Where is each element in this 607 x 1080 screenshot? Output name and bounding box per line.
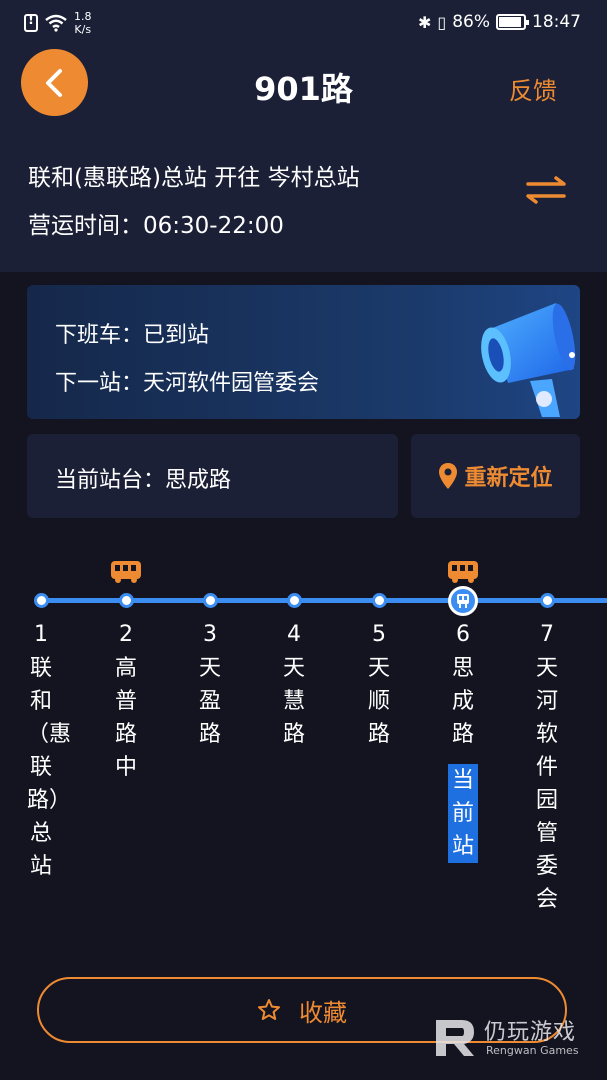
stop-dot [34,593,49,608]
stop-number: 4 [287,622,301,647]
star-icon [258,999,280,1020]
operating-hours: 营运时间：06:30-22:00 [28,213,284,239]
stop-number: 5 [372,622,386,647]
bluetooth-icon: ✱ [417,12,432,32]
favorite-label: 收藏 [299,998,347,1027]
route-direction: 联和(惠联路)总站 开往 岑村总站 [28,165,360,191]
rengwan-logo-icon [436,1020,474,1056]
watermark-en: Rengwan Games [486,1044,579,1057]
stop-number: 3 [203,622,217,647]
current-stop-label: 当前站台：思成路 [55,468,232,493]
battery-percent: 86% [452,12,490,32]
arrival-info-card: 下班车：已到站 下一站：天河软件园管委会 [27,285,580,419]
next-bus-status: 下班车：已到站 [55,323,210,348]
megaphone-icon [481,303,576,417]
stop-name: 天河软件园管委会 [535,656,558,912]
stop-name: 联和（惠联路）总站 [27,656,72,879]
relocate-label: 重新定位 [464,466,553,491]
stop-name: 高普路中 [114,656,137,780]
status-bar: 1.8 K/s ✱ ▯ 86% 18:47 [0,0,607,48]
stop-name: 天慧路 [282,656,305,747]
location-pin-icon [439,463,458,489]
stop-dot [287,593,302,608]
stop-number: 2 [119,622,133,647]
feedback-button[interactable]: 反馈 [509,71,557,106]
stop-number: 6 [456,622,470,647]
net-speed-unit: K/s [74,23,92,36]
route-line: 1 联和（惠联路）总站 2 高普路中 3 天盈路 4 天慧路 5 天顺路 6 思… [0,550,607,950]
stop-name: 天盈路 [198,656,221,747]
net-speed-value: 1.8 [74,10,92,23]
swap-direction-icon[interactable] [524,174,568,206]
clock: 18:47 [532,12,581,32]
watermark-cn: 仍玩游戏 [484,1020,577,1045]
next-stop-name: 下一站：天河软件园管委会 [55,371,320,396]
bus-icon [111,561,141,583]
stop-dot [203,593,218,608]
battery-icon [496,14,529,30]
watermark: 仍玩游戏 Rengwan Games [432,1014,602,1064]
relocate-button[interactable]: 重新定位 [411,434,580,518]
sim-alert-icon [24,13,38,32]
vibrate-icon: ▯ [437,12,447,32]
net-speed: 1.8 K/s [74,10,92,36]
stop-name: 思成路 [451,656,474,747]
bus-icon [448,561,478,583]
stop-number: 7 [540,622,554,647]
stop-dot [372,593,387,608]
stop-number: 1 [34,622,48,647]
stop-name: 天顺路 [367,656,390,747]
wifi-icon [45,14,67,32]
stop-dot [540,593,555,608]
current-stop-marker-icon [448,586,478,616]
stop-dot [119,593,134,608]
current-stop-tag: 当前站 [448,764,478,863]
current-stop-card: 当前站台：思成路 [27,434,398,518]
